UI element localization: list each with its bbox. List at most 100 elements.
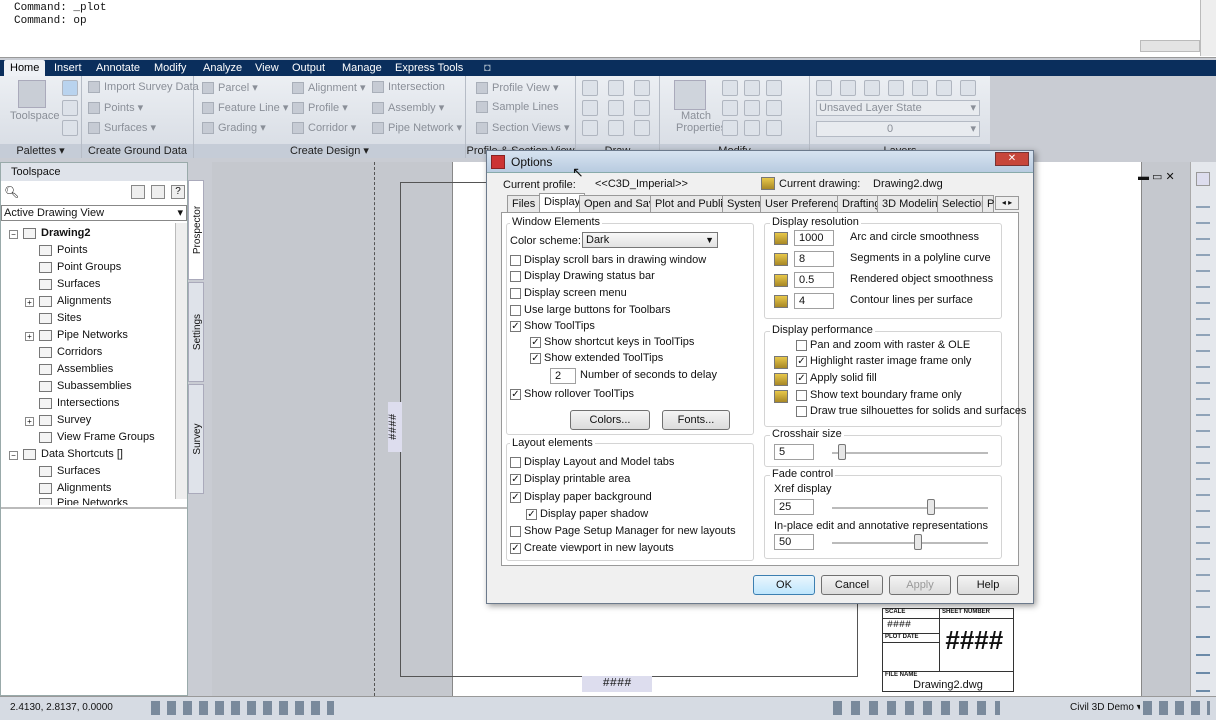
- trim-icon[interactable]: [744, 100, 760, 116]
- tool-icons-strip[interactable]: [1196, 202, 1210, 612]
- dialog-titlebar[interactable]: Options ✕: [487, 151, 1033, 173]
- tab-annotate[interactable]: Annotate: [90, 60, 146, 76]
- tab-view[interactable]: View: [249, 60, 285, 76]
- tab-modify[interactable]: Modify: [148, 60, 192, 76]
- apply-button[interactable]: Apply: [889, 575, 951, 595]
- tree-drawing2[interactable]: Drawing2: [23, 227, 91, 239]
- cb-raster-frame[interactable]: ✓: [796, 356, 807, 367]
- tree-surfaces[interactable]: Surfaces: [39, 278, 100, 290]
- assembly-button[interactable]: Assembly ▾: [372, 101, 444, 115]
- ellipse-icon[interactable]: [634, 100, 650, 116]
- tree-alignments[interactable]: Alignments: [39, 295, 111, 307]
- cb-layout-tabs[interactable]: [510, 457, 521, 468]
- workspace-switcher[interactable]: Civil 3D Demo ▾: [1070, 702, 1142, 713]
- contour-lines-input[interactable]: 4: [794, 293, 834, 309]
- inplace-fade-input[interactable]: 50: [774, 534, 814, 550]
- layer-properties-icon[interactable]: [816, 80, 832, 96]
- crosshair-size-input[interactable]: 5: [774, 444, 814, 460]
- toolspace-button[interactable]: Toolspace: [10, 110, 60, 122]
- corridor-button[interactable]: Corridor ▾: [292, 121, 356, 135]
- mirror-icon[interactable]: [766, 80, 782, 96]
- navigation-status-icons[interactable]: [830, 701, 1000, 715]
- tab-express-tools[interactable]: Express Tools: [389, 60, 469, 76]
- tab-manage[interactable]: Manage: [336, 60, 388, 76]
- drafting-settings-icons[interactable]: [148, 701, 334, 715]
- tree-pipe-networks[interactable]: Pipe Networks: [39, 329, 128, 341]
- tree-ds-pipe-networks[interactable]: Pipe Networks: [39, 497, 128, 505]
- cb-show-tooltips[interactable]: ✓: [510, 321, 521, 332]
- navigation-icons[interactable]: [1196, 632, 1210, 692]
- command-horizontal-scrollbar[interactable]: [1140, 40, 1200, 52]
- cb-page-setup[interactable]: [510, 526, 521, 537]
- help-icon[interactable]: ?: [171, 185, 185, 199]
- expand-pipe-networks-icon[interactable]: +: [25, 332, 34, 341]
- xref-fade-input[interactable]: 25: [774, 499, 814, 515]
- layer-match-icon[interactable]: [840, 80, 856, 96]
- inplace-slider-thumb[interactable]: [914, 534, 922, 550]
- layer-walk-icon[interactable]: [936, 80, 952, 96]
- tree-ds-surfaces[interactable]: Surfaces: [39, 465, 100, 477]
- cb-solid-fill[interactable]: ✓: [796, 373, 807, 384]
- cb-paper-background[interactable]: ✓: [510, 492, 521, 503]
- rendered-smoothness-input[interactable]: 0.5: [794, 272, 834, 288]
- tree-sites[interactable]: Sites: [39, 312, 81, 324]
- cb-printable-area[interactable]: ✓: [510, 474, 521, 485]
- toolspace-icon[interactable]: [18, 80, 46, 108]
- command-scrollbar[interactable]: [1200, 0, 1216, 56]
- cb-text-boundary[interactable]: [796, 390, 807, 401]
- cb-paper-shadow[interactable]: ✓: [526, 509, 537, 520]
- command-line[interactable]: Command: _plot Command: op: [0, 0, 1216, 58]
- polyline-segments-input[interactable]: 8: [794, 251, 834, 267]
- tree-view-frame-groups[interactable]: View Frame Groups: [39, 431, 155, 443]
- match-properties-icon[interactable]: [674, 80, 706, 110]
- pipe-network-button[interactable]: Pipe Network ▾: [372, 121, 462, 135]
- erase-icon[interactable]: [722, 120, 738, 136]
- status-tray-icons[interactable]: [1140, 701, 1210, 715]
- match-properties-button[interactable]: Match Properties: [676, 110, 726, 134]
- tab-home[interactable]: Home: [4, 60, 46, 76]
- sample-lines-button[interactable]: Sample Lines: [476, 101, 559, 114]
- cb-status-bar[interactable]: [510, 271, 521, 282]
- scale-icon[interactable]: [744, 120, 760, 136]
- tree-points[interactable]: Points: [39, 244, 88, 256]
- tab-survey[interactable]: Survey: [188, 384, 204, 494]
- tab-profiles-partial[interactable]: P: [982, 195, 994, 212]
- cb-shortcut-keys[interactable]: ✓: [530, 337, 541, 348]
- viewport-window-controls[interactable]: ▬ ▭ ✕: [1138, 170, 1175, 183]
- undo-arc-icon[interactable]: [634, 80, 650, 96]
- alignment-button[interactable]: Alignment ▾: [292, 81, 366, 95]
- layer-dropdown[interactable]: 0 ▾: [816, 121, 980, 137]
- cb-rollover-tooltips[interactable]: ✓: [510, 389, 521, 400]
- cb-large-buttons[interactable]: [510, 305, 521, 316]
- panorama-icon[interactable]: [62, 100, 78, 116]
- revision-cloud-icon[interactable]: [608, 120, 624, 136]
- profile-view-button[interactable]: Profile View ▾: [476, 81, 558, 95]
- cb-screen-menu[interactable]: [510, 288, 521, 299]
- tree-corridors[interactable]: Corridors: [39, 346, 102, 358]
- tab-files[interactable]: Files: [507, 195, 541, 212]
- polyline-icon[interactable]: [608, 80, 624, 96]
- line-icon[interactable]: [582, 80, 598, 96]
- import-survey-button[interactable]: Import Survey Data: [88, 81, 199, 94]
- spline-icon[interactable]: [582, 120, 598, 136]
- close-drawing-icon[interactable]: [1196, 172, 1210, 186]
- palettes-label[interactable]: Palettes ▾: [0, 144, 81, 158]
- layer-merge-icon[interactable]: [960, 80, 976, 96]
- parcel-button[interactable]: Parcel ▾: [202, 81, 258, 95]
- fonts-button[interactable]: Fonts...: [662, 410, 730, 430]
- surfaces-button[interactable]: Surfaces ▾: [88, 121, 156, 135]
- layer-previous-icon[interactable]: [864, 80, 880, 96]
- item-view-icon[interactable]: [131, 185, 145, 199]
- help-button[interactable]: Help: [957, 575, 1019, 595]
- cb-scroll-bars[interactable]: [510, 255, 521, 266]
- cb-pan-zoom[interactable]: [796, 340, 807, 351]
- expand-drawing2-icon[interactable]: −: [9, 230, 18, 239]
- create-design-label[interactable]: Create Design ▾: [194, 144, 465, 158]
- tree-intersections[interactable]: Intersections: [39, 397, 119, 409]
- circle-icon[interactable]: [608, 100, 624, 116]
- tree-assemblies[interactable]: Assemblies: [39, 363, 113, 375]
- layer-unisolate-icon[interactable]: [912, 80, 928, 96]
- tree-data-shortcuts[interactable]: Data Shortcuts []: [23, 448, 123, 460]
- points-button[interactable]: Points ▾: [88, 101, 143, 115]
- feature-line-button[interactable]: Feature Line ▾: [202, 101, 288, 115]
